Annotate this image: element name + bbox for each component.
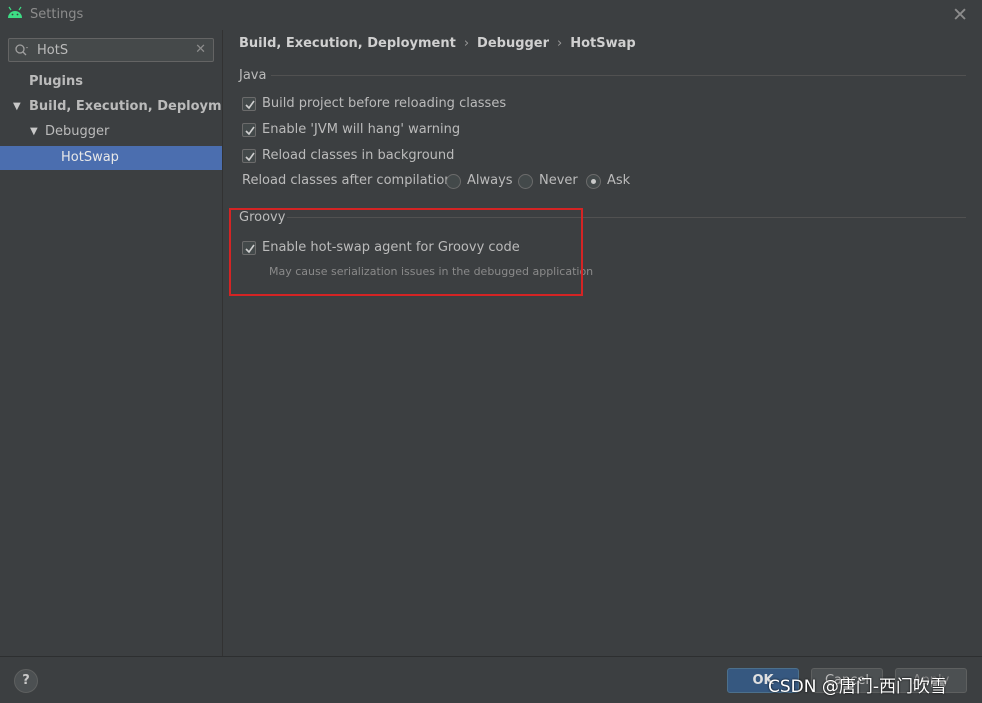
expanded-triangle-icon[interactable]: ▼ bbox=[30, 120, 38, 144]
android-icon bbox=[8, 6, 22, 18]
search-input[interactable] bbox=[37, 41, 187, 59]
settings-sidebar: ✕ Plugins ▼ Build, Execution, Deployment… bbox=[0, 30, 246, 656]
reload-after-compilation-label: Reload classes after compilation: bbox=[242, 173, 457, 188]
checkmark-icon bbox=[245, 152, 255, 162]
sidebar-item-label: Debugger bbox=[45, 124, 110, 139]
breadcrumb: Build, Execution, Deployment › Debugger › Ho… bbox=[239, 36, 636, 51]
sidebar-item-hotswap[interactable]: HotSwap bbox=[0, 146, 222, 170]
sidebar-item-plugins[interactable]: Plugins bbox=[0, 70, 222, 94]
checkbox-label: Build project before reloading classes bbox=[262, 96, 507, 111]
radio-never[interactable] bbox=[518, 174, 533, 189]
sidebar-item-build-execution-deployment[interactable]: ▼ Build, Execution, Deployment bbox=[0, 95, 246, 119]
checkbox-checked[interactable] bbox=[242, 123, 256, 137]
sidebar-item-label: HotSwap bbox=[61, 150, 119, 165]
clear-search-icon[interactable]: ✕ bbox=[195, 42, 206, 57]
checkbox-checked[interactable] bbox=[242, 97, 256, 111]
breadcrumb-item: Build, Execution, Deployment bbox=[239, 36, 456, 51]
csdn-watermark: CSDN @唐门-西门吹雪 bbox=[768, 677, 948, 697]
radio-label-always[interactable]: Always bbox=[467, 173, 513, 188]
window-title: Settings bbox=[30, 7, 84, 22]
checkmark-icon bbox=[245, 126, 255, 136]
radio-label-ask[interactable]: Ask bbox=[607, 173, 630, 188]
java-group-separator bbox=[271, 75, 966, 76]
close-icon[interactable]: ✕ bbox=[952, 4, 968, 26]
breadcrumb-separator: › bbox=[463, 36, 470, 51]
sidebar-item-label: Plugins bbox=[29, 74, 83, 89]
annotation-highlight-box bbox=[229, 208, 583, 296]
title-bar: Settings ✕ bbox=[0, 0, 982, 30]
checkbox-label: Reload classes in background bbox=[262, 148, 455, 163]
search-icon[interactable] bbox=[14, 42, 30, 58]
sidebar-item-debugger[interactable]: ▼ Debugger bbox=[0, 120, 222, 144]
checkbox-checked[interactable] bbox=[242, 149, 256, 163]
breadcrumb-separator: › bbox=[557, 36, 563, 51]
breadcrumb-item: Debugger bbox=[477, 36, 550, 51]
checkbox-label: Enable 'JVM will hang' warning bbox=[262, 122, 461, 137]
help-button[interactable]: ? bbox=[14, 669, 38, 693]
expanded-triangle-icon[interactable]: ▼ bbox=[13, 95, 21, 119]
radio-always[interactable] bbox=[446, 174, 461, 189]
settings-content: Build, Execution, Deployment › Debugger › Ho… bbox=[223, 30, 982, 656]
search-box: ✕ bbox=[8, 38, 214, 62]
sidebar-item-label: Build, Execution, Deployment bbox=[29, 99, 246, 114]
radio-ask-selected[interactable] bbox=[586, 174, 601, 189]
radio-label-never[interactable]: Never bbox=[539, 173, 578, 188]
java-group-title: Java bbox=[239, 68, 267, 83]
breadcrumb-item: HotSwap bbox=[570, 36, 636, 51]
checkmark-icon bbox=[245, 100, 255, 110]
